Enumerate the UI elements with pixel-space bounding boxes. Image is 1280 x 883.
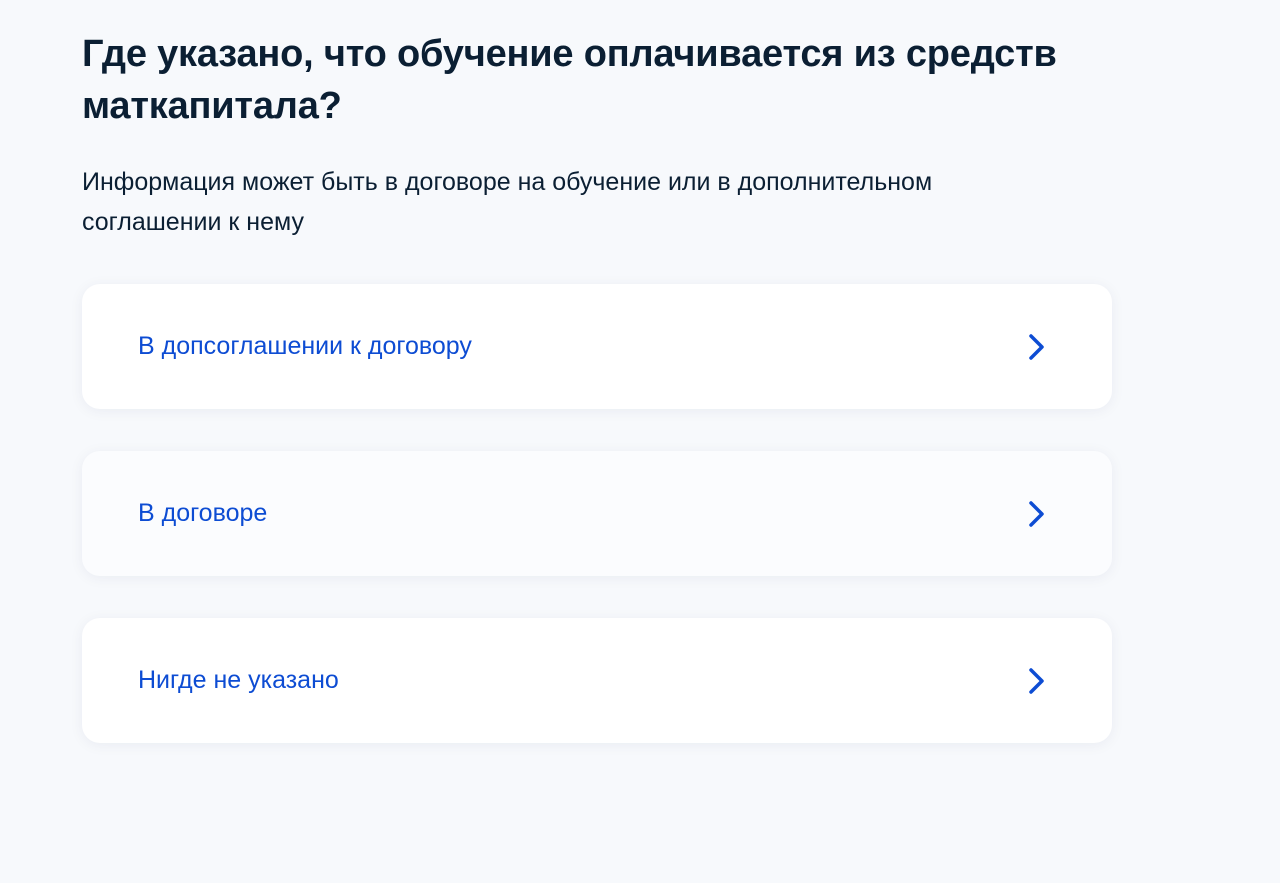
chevron-right-icon	[1028, 667, 1046, 695]
page-subtitle: Информация может быть в договоре на обуч…	[82, 168, 933, 236]
option-supplementary-agreement[interactable]: В допсоглашении к договору	[82, 284, 1112, 409]
option-contract[interactable]: В договоре	[82, 451, 1112, 576]
question-page: Где указано, что обучение оплачивается и…	[82, 28, 1112, 743]
chevron-right-icon	[1028, 333, 1046, 361]
option-label: В допсоглашении к договору	[138, 332, 472, 360]
option-label: Нигде не указано	[138, 666, 339, 694]
answer-options-list: В допсоглашении к договору В договоре Ни…	[82, 284, 1112, 743]
option-label: В договоре	[138, 499, 268, 527]
option-not-specified[interactable]: Нигде не указано	[82, 618, 1112, 743]
page-title: Где указано, что обучение оплачивается и…	[82, 33, 1057, 127]
chevron-right-icon	[1028, 500, 1046, 528]
